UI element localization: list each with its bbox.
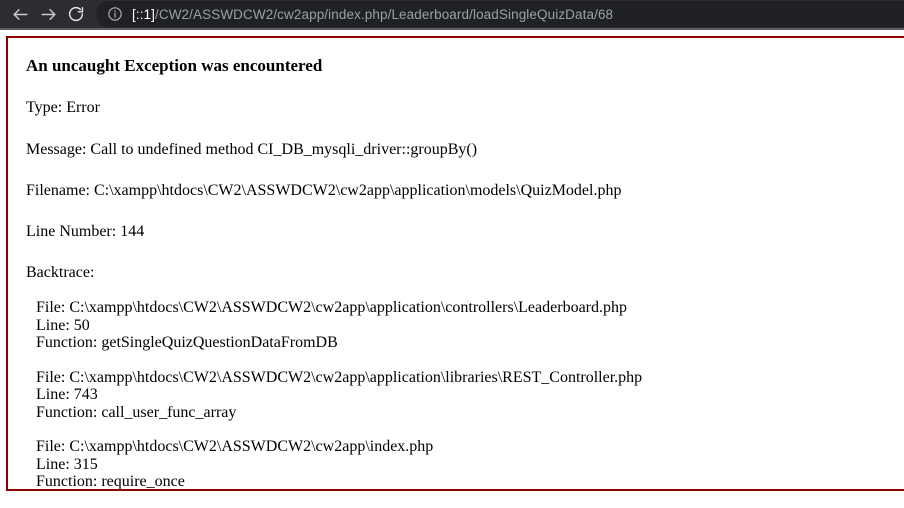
back-button[interactable] <box>6 0 34 28</box>
backtrace-file: File: C:\xampp\htdocs\CW2\ASSWDCW2\cw2ap… <box>36 299 627 317</box>
error-type-line: Type: Error <box>26 99 100 117</box>
url-path: /CW2/ASSWDCW2/cw2app/index.php/Leaderboa… <box>155 6 614 22</box>
back-arrow-icon <box>12 8 28 20</box>
backtrace-frame: File: C:\xampp\htdocs\CW2\ASSWDCW2\cw2ap… <box>26 299 888 352</box>
forward-button[interactable] <box>34 0 62 28</box>
url-text: [::1]/CW2/ASSWDCW2/cw2app/index.php/Lead… <box>132 7 613 22</box>
backtrace-line: Line: 315 <box>36 455 98 473</box>
backtrace-frame: File: C:\xampp\htdocs\CW2\ASSWDCW2\cw2ap… <box>26 369 888 422</box>
reload-icon <box>68 6 84 22</box>
forward-arrow-icon <box>40 8 56 20</box>
error-line-number: Line Number: 144 <box>26 222 145 240</box>
browser-toolbar: [::1]/CW2/ASSWDCW2/cw2app/index.php/Lead… <box>0 0 904 30</box>
backtrace-file: File: C:\xampp\htdocs\CW2\ASSWDCW2\cw2ap… <box>36 438 434 456</box>
error-message-line: Message: Call to undefined method CI_DB_… <box>26 140 478 158</box>
backtrace-label: Backtrace: <box>26 264 95 282</box>
backtrace-line: Line: 743 <box>36 386 98 404</box>
error-filename-line: Filename: C:\xampp\htdocs\CW2\ASSWDCW2\c… <box>26 181 622 199</box>
backtrace-function: Function: call_user_func_array <box>36 403 237 421</box>
backtrace-function: Function: require_once <box>36 473 185 491</box>
url-host: [::1] <box>132 6 156 22</box>
error-title: An uncaught Exception was encountered <box>26 56 323 75</box>
backtrace-frame: File: C:\xampp\htdocs\CW2\ASSWDCW2\cw2ap… <box>26 438 888 491</box>
address-bar[interactable]: [::1]/CW2/ASSWDCW2/cw2app/index.php/Lead… <box>96 1 904 27</box>
reload-button[interactable] <box>62 0 90 28</box>
backtrace-file: File: C:\xampp\htdocs\CW2\ASSWDCW2\cw2ap… <box>36 368 643 386</box>
page-content: An uncaught Exception was encountered Ty… <box>0 30 904 508</box>
backtrace-line: Line: 50 <box>36 316 90 334</box>
exception-error-box: An uncaught Exception was encountered Ty… <box>6 36 904 491</box>
site-information-icon[interactable] <box>106 5 124 23</box>
backtrace-function: Function: getSingleQuizQuestionDataFromD… <box>36 334 338 352</box>
